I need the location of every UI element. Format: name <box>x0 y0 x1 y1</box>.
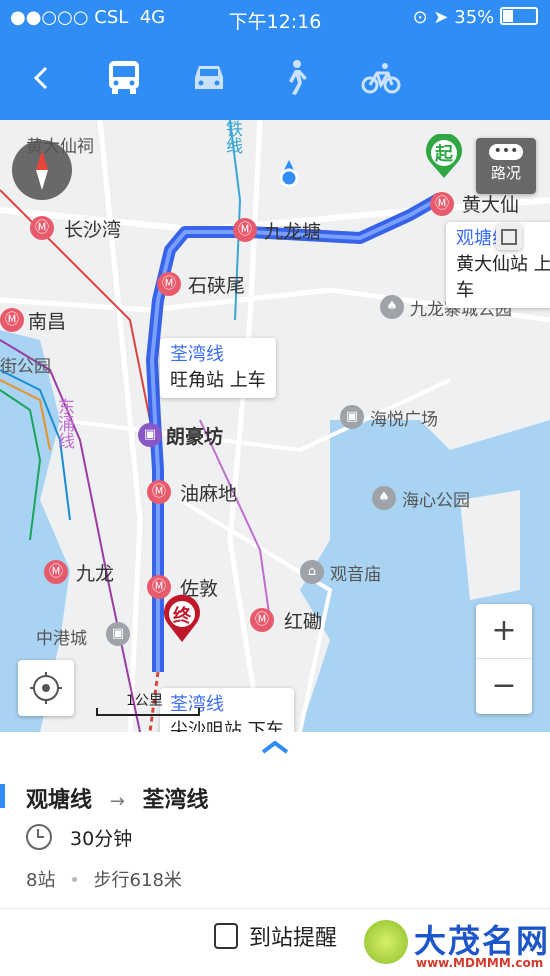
bus-icon <box>109 61 139 94</box>
poi-china-ferry-terminal[interactable]: 中港城 <box>36 624 87 649</box>
separator-dot: • <box>69 870 80 891</box>
mtr-station-icon: Ⓜ <box>157 272 181 296</box>
bike-icon <box>361 63 401 94</box>
locate-me-button[interactable] <box>18 660 74 716</box>
map-scale: 1公里 <box>96 690 200 716</box>
bus-icon <box>214 923 238 949</box>
watermark: 大茂名网 www.MDMMM.com <box>360 912 550 976</box>
back-button[interactable] <box>14 50 70 106</box>
station-hung-hom[interactable]: 红磡 <box>284 607 322 634</box>
location-arrow-icon: ➤ <box>433 7 449 28</box>
clock-icon <box>26 824 52 850</box>
station-shek-kip-mei[interactable]: 石硖尾 <box>188 271 245 298</box>
traffic-toggle-button[interactable]: ••• 路况 <box>476 138 536 194</box>
temple-icon: ⌂ <box>300 560 324 584</box>
chevron-up-icon <box>261 740 289 754</box>
stop-count: 8站 <box>26 870 56 891</box>
rail-line-label: 东涌线 <box>54 398 74 449</box>
mtr-station-icon: Ⓜ <box>44 560 68 584</box>
expand-handle[interactable] <box>257 738 293 756</box>
park-icon: ♠ <box>380 295 404 319</box>
poi-hoi-yuet-plaza[interactable]: 海悦广场 <box>370 405 438 430</box>
poi-wong-tai-sin-temple[interactable]: 黄大仙祠 <box>26 132 94 157</box>
route-summary-panel: 观塘线 → 荃湾线 30分钟 8站 • 步行618米 到站提醒 大茂名网 www… <box>0 732 550 976</box>
to-line: 荃湾线 <box>142 788 209 813</box>
crosshair-icon <box>30 672 62 704</box>
station-wong-tai-sin[interactable]: 黄大仙 <box>462 190 519 217</box>
route-lines[interactable]: 观塘线 → 荃湾线 <box>26 782 208 814</box>
transfer-station-callout[interactable]: 荃湾线 旺角站 上车 <box>160 338 276 398</box>
mtr-station-icon: Ⓜ <box>250 608 274 632</box>
station-yau-ma-tei[interactable]: 油麻地 <box>180 479 237 506</box>
callout-line-name: 荃湾线 <box>170 344 224 365</box>
shopping-bag-icon: ▣ <box>106 622 130 646</box>
user-location-icon <box>279 160 299 194</box>
watermark-logo-icon <box>364 920 408 964</box>
route-map[interactable]: Ⓜ 黄大仙 Ⓜ 长沙湾 Ⓜ 九龙塘 Ⓜ 石硖尾 Ⓜ 南昌 Ⓜ 油麻地 Ⓜ 佐敦 … <box>0 120 550 732</box>
mtr-station-icon: Ⓜ <box>147 480 171 504</box>
station-kowloon[interactable]: 九龙 <box>76 559 114 586</box>
start-badge-text: 起 <box>435 144 453 165</box>
park-icon: ♠ <box>372 486 396 510</box>
mtr-station-icon: Ⓜ <box>30 216 54 240</box>
walk-icon <box>289 60 307 95</box>
rail-line-label-north: 铁线 <box>222 120 242 154</box>
zoom-in-button[interactable]: + <box>476 604 532 659</box>
from-line: 观塘线 <box>26 788 93 813</box>
battery-status: ⊙ ➤ 35% <box>413 7 538 28</box>
battery-icon <box>500 7 538 25</box>
car-icon <box>195 66 223 89</box>
mode-walk-button[interactable] <box>267 50 323 106</box>
mtr-station-icon: Ⓜ <box>430 192 454 216</box>
poi-kwun-yam-temple[interactable]: 观音庙 <box>330 560 381 585</box>
mode-bus-button[interactable] <box>96 50 152 106</box>
walk-distance: 步行618米 <box>93 870 182 891</box>
zoom-out-button[interactable]: − <box>476 659 532 713</box>
layers-icon <box>501 229 517 245</box>
watermark-url: www.MDMMM.com <box>416 956 544 970</box>
duration-text: 30分钟 <box>70 828 133 850</box>
poi-hoi-sum-park[interactable]: 海心公园 <box>402 486 470 511</box>
station-kowloon-tong[interactable]: 九龙塘 <box>264 217 321 244</box>
lock-rotation-icon: ⊙ <box>412 7 428 28</box>
callout-stop-name: 黄大仙站 上车 <box>456 254 550 301</box>
zoom-control: + − <box>476 604 532 714</box>
callout-stop-name: 旺角站 上车 <box>170 370 266 391</box>
traffic-icon: ••• <box>489 144 523 160</box>
end-marker[interactable]: 终 <box>162 594 202 644</box>
reminder-label: 到站提醒 <box>249 926 338 951</box>
traffic-label: 路况 <box>490 164 521 182</box>
status-bar: ●●○○○ CSL 4G 下午12:16 ⊙ ➤ 35% <box>0 0 550 36</box>
mode-bike-button[interactable] <box>353 50 409 106</box>
chevron-left-icon <box>33 66 48 90</box>
start-marker[interactable]: 起 <box>424 132 464 180</box>
mtr-station-icon: Ⓜ <box>0 308 24 332</box>
arrival-reminder-button[interactable]: 到站提醒 <box>214 920 337 952</box>
mode-car-button[interactable] <box>181 50 237 106</box>
duration-row: 30分钟 <box>26 824 132 851</box>
shopping-bag-icon: ▣ <box>340 405 364 429</box>
battery-percent: 35% <box>454 7 495 28</box>
transport-mode-bar <box>0 36 550 120</box>
route-indicator-bar <box>0 784 5 808</box>
layer-toggle-button[interactable] <box>496 224 522 250</box>
scale-label: 1公里 <box>126 693 163 709</box>
shopping-bag-icon: ▣ <box>138 423 162 447</box>
callout-stop-name: 尖沙咀站 下车 <box>170 720 284 732</box>
poi-langham-place[interactable]: 朗豪坊 <box>166 422 223 449</box>
poi-park-edge: 街公园 <box>0 357 51 377</box>
mtr-station-icon: Ⓜ <box>233 218 257 242</box>
station-nam-cheong[interactable]: 南昌 <box>28 307 66 334</box>
end-badge-text: 终 <box>173 606 191 627</box>
transfer-arrow-icon: → <box>109 791 125 812</box>
divider <box>0 908 550 909</box>
station-cheung-sha-wan[interactable]: 长沙湾 <box>64 215 121 242</box>
route-meta-row: 8站 • 步行618米 <box>26 866 182 892</box>
